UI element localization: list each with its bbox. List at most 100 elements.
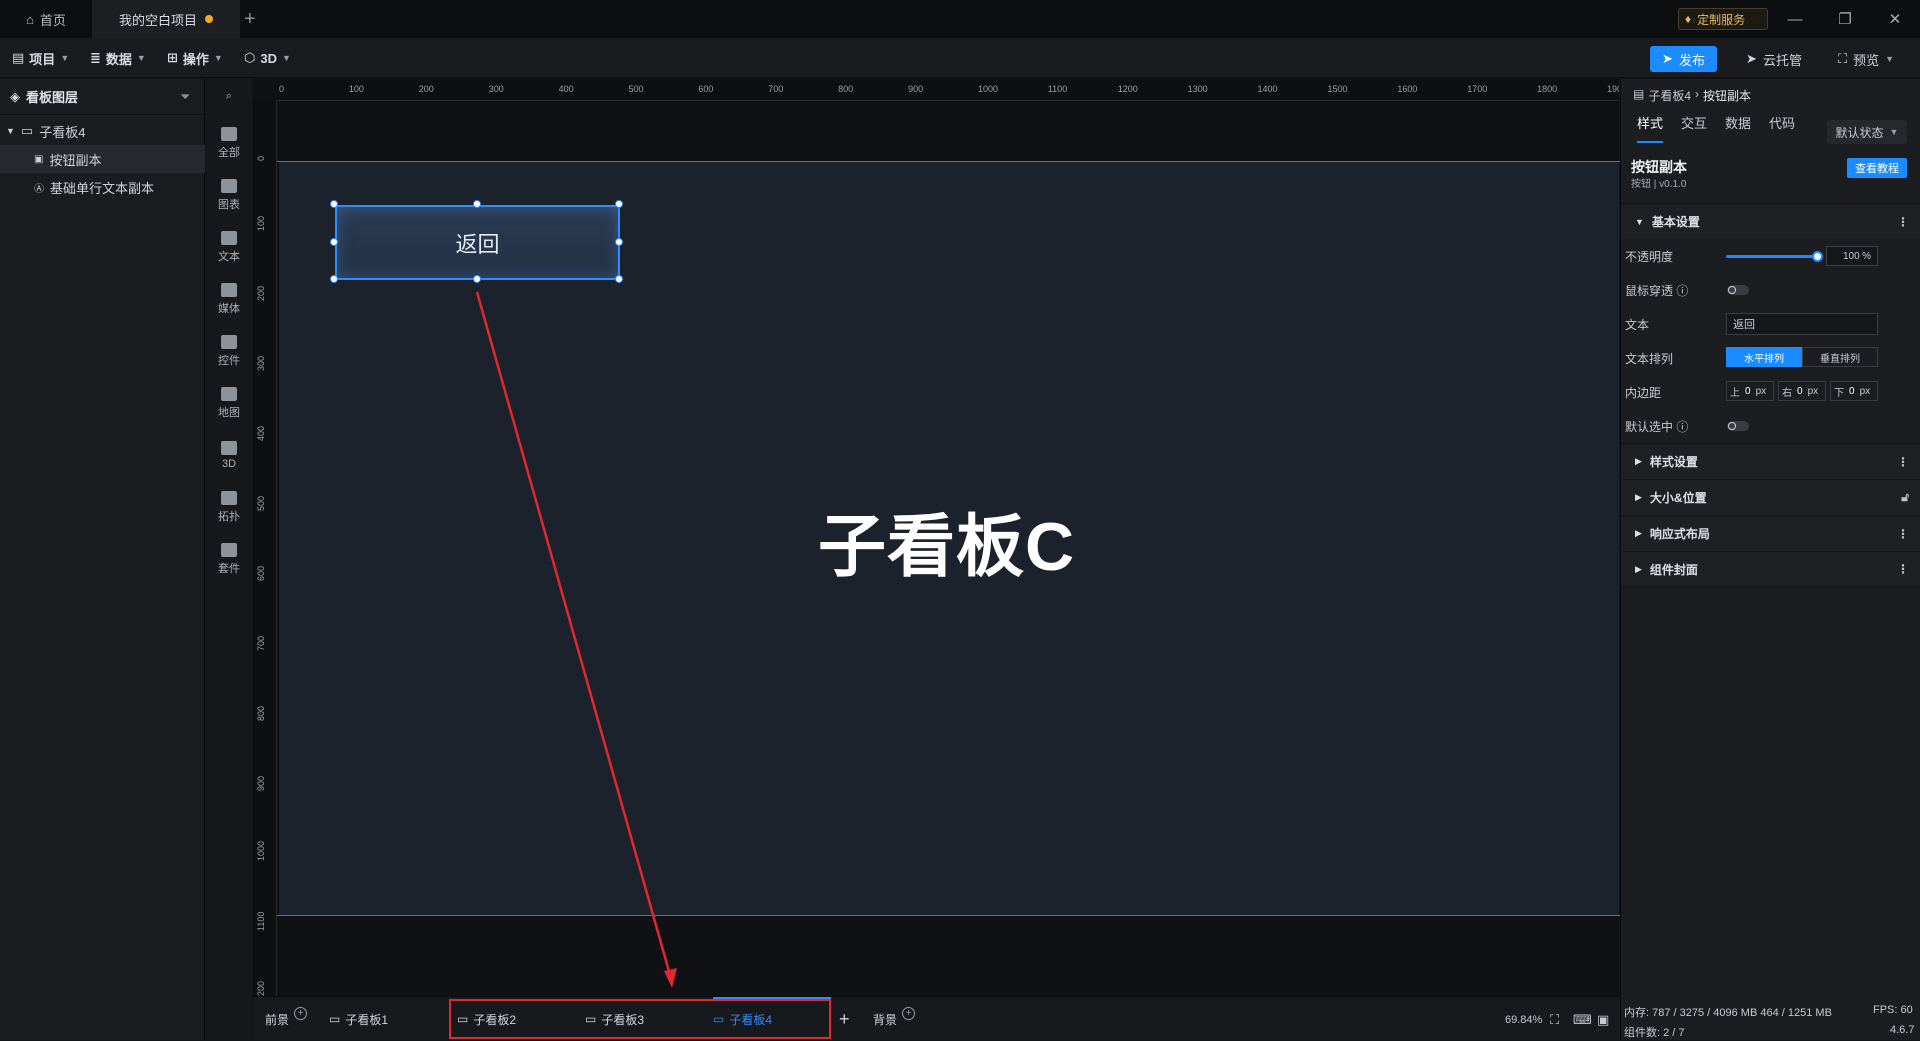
menu-data[interactable]: ≣ 数据 ▼ <box>90 38 146 78</box>
category-control[interactable]: 控件 <box>206 327 252 375</box>
ruler-tick-label: 1100 <box>256 911 266 931</box>
opacity-label: 不透明度 <box>1625 249 1674 264</box>
section-basic-settings[interactable]: ▼ 基本设置 ⋮ <box>1621 203 1920 239</box>
resize-handle[interactable] <box>330 200 338 208</box>
add-circle-icon[interactable]: + <box>294 1006 308 1020</box>
resize-handle[interactable] <box>615 275 623 283</box>
board-title-text[interactable]: 子看板C <box>818 500 1078 585</box>
kit-icon <box>221 542 237 557</box>
resize-handle[interactable] <box>615 238 623 246</box>
breadcrumb-parent[interactable]: 子看板4 <box>1648 87 1691 104</box>
custom-service-button[interactable]: ♦ 定制服务 <box>1678 8 1768 30</box>
keyboard-icon[interactable]: ⌨ <box>1573 1012 1592 1028</box>
padding-value: 0 <box>1745 385 1751 397</box>
cloud-hosting-label: 云托管 <box>1762 52 1802 68</box>
layer-item-button-copy[interactable]: ▣ 按钮副本 <box>0 145 205 173</box>
chevron-down-icon: ▼ <box>1885 54 1895 64</box>
publish-button[interactable]: ➤ 发布 <box>1650 46 1717 72</box>
toggle-knob <box>1728 422 1736 430</box>
category-chart[interactable]: 图表 <box>206 171 252 219</box>
category-map[interactable]: 地图 <box>206 379 252 427</box>
default-selected-toggle[interactable] <box>1727 421 1749 431</box>
padding-value: 0 <box>1797 385 1803 397</box>
horizontal-arrange-button[interactable]: 水平排列 <box>1726 347 1802 367</box>
padding-top-input[interactable]: 上 0 px <box>1726 381 1774 401</box>
section-size-position[interactable]: ▶ 大小&位置 🔓︎ <box>1621 479 1920 515</box>
tab-style[interactable]: 样式 <box>1637 113 1664 143</box>
tab-data[interactable]: 数据 <box>1725 113 1751 143</box>
mouse-through-label: 鼠标穿透 ⓘ <box>1625 282 1688 299</box>
more-vertical-icon[interactable]: ⋮ <box>1897 215 1909 229</box>
tab-code[interactable]: 代码 <box>1769 113 1795 143</box>
tutorial-button[interactable]: 查看教程 <box>1847 158 1907 178</box>
padding-bottom-input[interactable]: 下 0 px <box>1830 381 1878 401</box>
caret-right-icon: ▶ <box>1635 563 1642 574</box>
category-kit[interactable]: 套件 <box>206 535 252 583</box>
ruler-tick-label: 300 <box>488 84 504 94</box>
memory-status: 内存: 787 / 3275 / 4096 MB 464 / 1251 MB <box>1624 1007 1832 1019</box>
ruler-tick-label: 500 <box>256 495 266 511</box>
category-3d[interactable]: 3D <box>206 431 252 479</box>
background-tab[interactable]: 背景 + <box>873 997 916 1041</box>
menu-project[interactable]: ▤ 项目 ▼ <box>12 38 69 78</box>
help-icon[interactable]: ⓘ <box>1676 420 1688 434</box>
text-row: 文本 返回 <box>1621 307 1920 341</box>
terminal-icon[interactable]: ▣ <box>1597 1012 1609 1028</box>
opacity-slider[interactable] <box>1726 255 1816 258</box>
category-all[interactable]: 全部 <box>206 119 252 167</box>
add-tab-button[interactable]: + <box>244 0 264 38</box>
category-media[interactable]: 媒体 <box>206 275 252 323</box>
vertical-arrange-button[interactable]: 垂直排列 <box>1802 347 1878 367</box>
category-label: 地图 <box>218 406 240 419</box>
preview-button[interactable]: ⛶ 预览 ▼ <box>1822 46 1910 72</box>
foreground-tab[interactable]: 前景 + <box>265 997 308 1041</box>
more-vertical-icon[interactable]: ⋮ <box>1897 527 1909 541</box>
filter-icon[interactable]: ⏷ <box>180 79 190 115</box>
cloud-hosting-button[interactable]: ➤ 云托管 <box>1734 46 1814 72</box>
mouse-through-toggle[interactable] <box>1727 285 1749 295</box>
opacity-slider-thumb[interactable] <box>1812 251 1823 262</box>
section-responsive-layout[interactable]: ▶ 响应式布局 ⋮ <box>1621 515 1920 551</box>
close-icon[interactable]: ✕ <box>1870 0 1920 38</box>
tab-project[interactable]: 我的空白项目 <box>92 0 240 38</box>
ruler-tick-label: 700 <box>768 84 784 94</box>
resize-handle[interactable] <box>330 238 338 246</box>
return-button-component[interactable]: 返回 <box>335 205 620 280</box>
help-icon[interactable]: ⓘ <box>1676 284 1688 298</box>
opacity-input[interactable]: 100 % <box>1826 246 1878 266</box>
fit-screen-icon[interactable]: ⛶ <box>1550 1012 1559 1028</box>
minimize-icon[interactable]: — <box>1770 0 1820 38</box>
section-component-cover[interactable]: ▶ 组件封面 ⋮ <box>1621 551 1920 587</box>
resize-handle[interactable] <box>473 275 481 283</box>
category-topology[interactable]: 拓扑 <box>206 483 252 531</box>
menu-operation[interactable]: ⊞ 操作 ▼ <box>167 38 223 78</box>
section-style-settings[interactable]: ▶ 样式设置 ⋮ <box>1621 443 1920 479</box>
resize-handle[interactable] <box>473 200 481 208</box>
text-input[interactable]: 返回 <box>1726 313 1878 335</box>
tab-home[interactable]: ⌂ 首页 <box>0 0 92 38</box>
restore-icon[interactable]: ❐ <box>1820 0 1870 38</box>
add-board-button[interactable]: + <box>839 997 850 1041</box>
resize-handle[interactable] <box>615 200 623 208</box>
category-text[interactable]: 文本 <box>206 223 252 271</box>
add-circle-icon[interactable]: + <box>902 1006 916 1020</box>
more-vertical-icon[interactable]: ⋮ <box>1897 455 1909 469</box>
layer-item-board[interactable]: ▼ ▭ 子看板4 <box>0 117 205 145</box>
padding-right-input[interactable]: 右 0 px <box>1778 381 1826 401</box>
board-tab-1[interactable]: ▭ 子看板1 <box>329 997 388 1041</box>
more-vertical-icon[interactable]: ⋮ <box>1897 562 1909 576</box>
resize-handle[interactable] <box>330 275 338 283</box>
ruler-tick-label: 400 <box>256 425 266 441</box>
menu-3d[interactable]: ⬡ 3D ▼ <box>244 38 291 78</box>
layer-item-text-copy[interactable]: Ⓐ 基础单行文本副本 <box>0 173 205 201</box>
search-icon[interactable]: ⌕ <box>206 79 252 113</box>
lock-icon[interactable]: 🔓︎ <box>1901 490 1909 505</box>
horizontal-ruler: 0 100 200 300 400 500 600 700 800 900 1000 1100 1200… <box>277 79 1619 101</box>
media-icon <box>221 282 237 297</box>
text-arrange-row: 文本排列 水平排列 垂直排列 <box>1621 341 1920 375</box>
home-icon: ⌂ <box>26 11 34 27</box>
board-icon: ▭ <box>20 123 34 138</box>
topology-icon <box>221 490 237 505</box>
state-select[interactable]: 默认状态 ▼ <box>1827 120 1907 144</box>
tab-interaction[interactable]: 交互 <box>1681 113 1707 143</box>
